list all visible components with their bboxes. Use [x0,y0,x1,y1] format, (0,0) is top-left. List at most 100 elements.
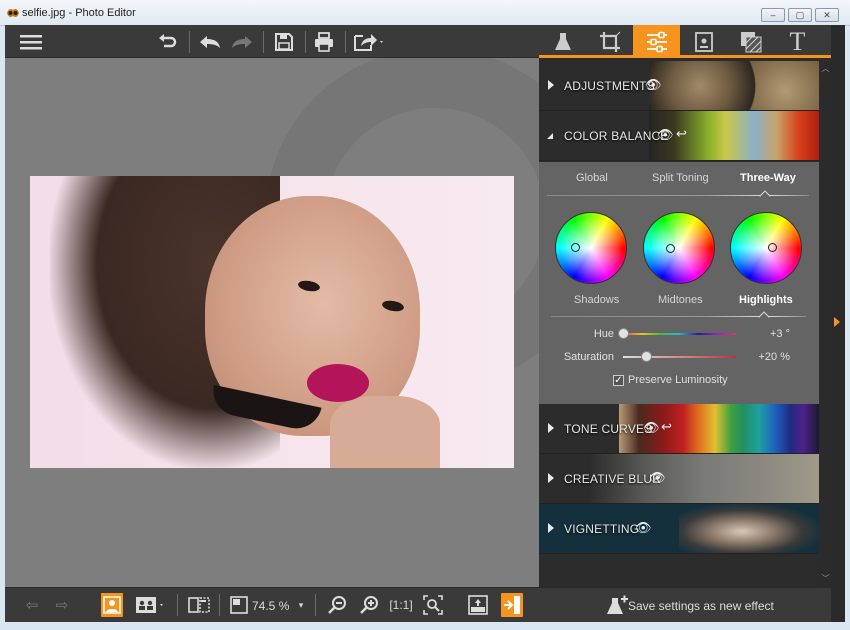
tab-adjust[interactable] [633,25,680,58]
app-logo-icon [7,9,19,17]
tab-crop[interactable] [586,25,633,58]
close-button[interactable]: ✕ [815,8,839,22]
shadows-color-wheel[interactable] [555,212,627,284]
section-vignetting[interactable]: VIGNETTING 👁 [539,504,819,554]
wheel-label-midtones[interactable]: Midtones [658,294,703,306]
undo-all-icon [159,34,177,48]
eye-icon[interactable]: 👁 [657,127,674,143]
section-label: COLOR BALANCE [564,129,669,143]
zoom-in-button[interactable] [357,593,381,617]
active-wheel-notch [758,311,770,323]
scroll-up-icon[interactable]: ︿ [821,63,830,73]
title-bar: selfie.jpg - Photo Editor ‒ ▢ ✕ [0,0,850,26]
zoom-out-button[interactable] [325,593,349,617]
print-icon [315,32,333,52]
chevron-down-icon: ▾ [298,599,304,610]
hue-slider-track[interactable] [623,333,736,335]
tab-text[interactable]: T [774,25,821,58]
wheel-handle[interactable] [666,244,675,253]
undo-button[interactable] [197,29,223,55]
compare-view-button[interactable] [133,593,169,617]
section-label: ADJUSTMENTS [564,79,655,93]
export-icon [354,34,383,51]
saturation-slider-track[interactable] [623,356,736,358]
panel-scrollbar[interactable]: ︿ ﹀ [820,61,831,587]
exit-button[interactable] [501,593,523,617]
photo-preview[interactable] [30,176,514,468]
zoom-out-icon [328,596,346,614]
hue-slider-knob[interactable] [618,328,629,339]
reset-icon[interactable]: ↩ [661,419,672,435]
midtones-color-wheel[interactable] [643,212,715,284]
effects-list: ADJUSTMENTS 👁 COLOR BALANCE 👁 ↩ Global S… [539,61,820,587]
app-window: ⇦ ⇨ 74.5 % ▾ [1:1] T ADJUSTMENTS 👁 COLOR… [5,25,831,622]
compare-view-icon [136,597,163,613]
wheel-handle[interactable] [768,243,777,252]
section-label: TONE CURVES [564,422,653,436]
export-button[interactable] [351,29,387,55]
minimize-button[interactable]: ‒ [761,8,785,22]
wheel-handle[interactable] [571,243,580,252]
collapse-panel-arrow-icon[interactable] [834,317,840,327]
toolbar-separator [263,31,264,53]
prev-image-button[interactable]: ⇦ [21,593,43,617]
eye-icon[interactable]: 👁 [635,520,652,536]
wheel-label-shadows[interactable]: Shadows [574,294,619,306]
expand-arrow-icon [548,473,554,483]
zoom-level-value[interactable]: 74.5 % [252,599,289,613]
tab-frames[interactable] [680,25,727,58]
active-tab-notch [759,190,771,202]
text-icon: T [789,26,806,56]
section-label: CREATIVE BLUR [564,472,662,486]
split-view-button[interactable] [187,593,211,617]
highlights-color-wheel[interactable] [730,212,802,284]
expand-arrow-icon [548,423,554,433]
next-image-button[interactable]: ⇨ [51,593,73,617]
single-view-button[interactable] [101,593,123,617]
zoom-in-icon [360,596,378,614]
reset-icon[interactable]: ↩ [676,126,687,142]
image-canvas[interactable] [5,58,539,587]
upload-button[interactable] [467,593,489,617]
texture-icon [740,31,761,52]
maximize-button[interactable]: ▢ [788,8,812,22]
section-creative-blur[interactable]: CREATIVE BLUR 👁 [539,454,819,504]
exit-icon [504,596,520,614]
eye-icon[interactable]: 👁 [643,420,660,436]
saturation-label: Saturation [563,351,614,363]
save-button[interactable] [271,29,297,55]
mode-tab-three-way[interactable]: Three-Way [740,172,796,184]
section-tone-curves[interactable]: TONE CURVES 👁 ↩ [539,404,819,454]
save-effect-label: Save settings as new effect [628,599,774,613]
print-button[interactable] [311,29,337,55]
section-color-balance[interactable]: COLOR BALANCE 👁 ↩ [539,111,819,161]
mode-tab-global[interactable]: Global [576,172,608,184]
fit-view-button[interactable] [229,593,249,617]
menu-button[interactable] [17,29,45,55]
scroll-down-icon[interactable]: ﹀ [821,573,830,583]
saturation-slider-knob[interactable] [640,351,652,362]
section-adjustments[interactable]: ADJUSTMENTS 👁 [539,61,819,111]
eye-icon[interactable]: 👁 [645,77,662,93]
mode-tab-split-toning[interactable]: Split Toning [652,172,709,184]
preserve-luminosity-label[interactable]: Preserve Luminosity [628,374,728,386]
prev-image-icon: ⇦ [25,597,39,614]
redo-button[interactable] [229,29,255,55]
menu-icon [20,35,42,50]
hue-label: Hue [593,328,614,340]
tab-textures[interactable] [727,25,774,58]
actual-size-icon: [1:1] [389,598,413,612]
actual-size-button[interactable]: [1:1] [389,593,413,617]
next-image-icon: ⇨ [55,597,69,614]
toolbar-separator [305,31,306,53]
save-effect-button[interactable]: Save settings as new effect [539,587,831,622]
undo-all-button[interactable] [155,29,181,55]
wheel-label-highlights[interactable]: Highlights [739,294,793,306]
zoom-dropdown-button[interactable]: ▾ [295,593,307,617]
tab-effects[interactable] [539,25,586,58]
zoom-fit-button[interactable] [421,593,445,617]
preserve-luminosity-checkbox[interactable]: ✓ [613,375,624,386]
eye-icon[interactable]: 👁 [649,470,666,486]
toolbar-separator [345,31,346,53]
panel-collapse-strip[interactable] [831,25,845,622]
